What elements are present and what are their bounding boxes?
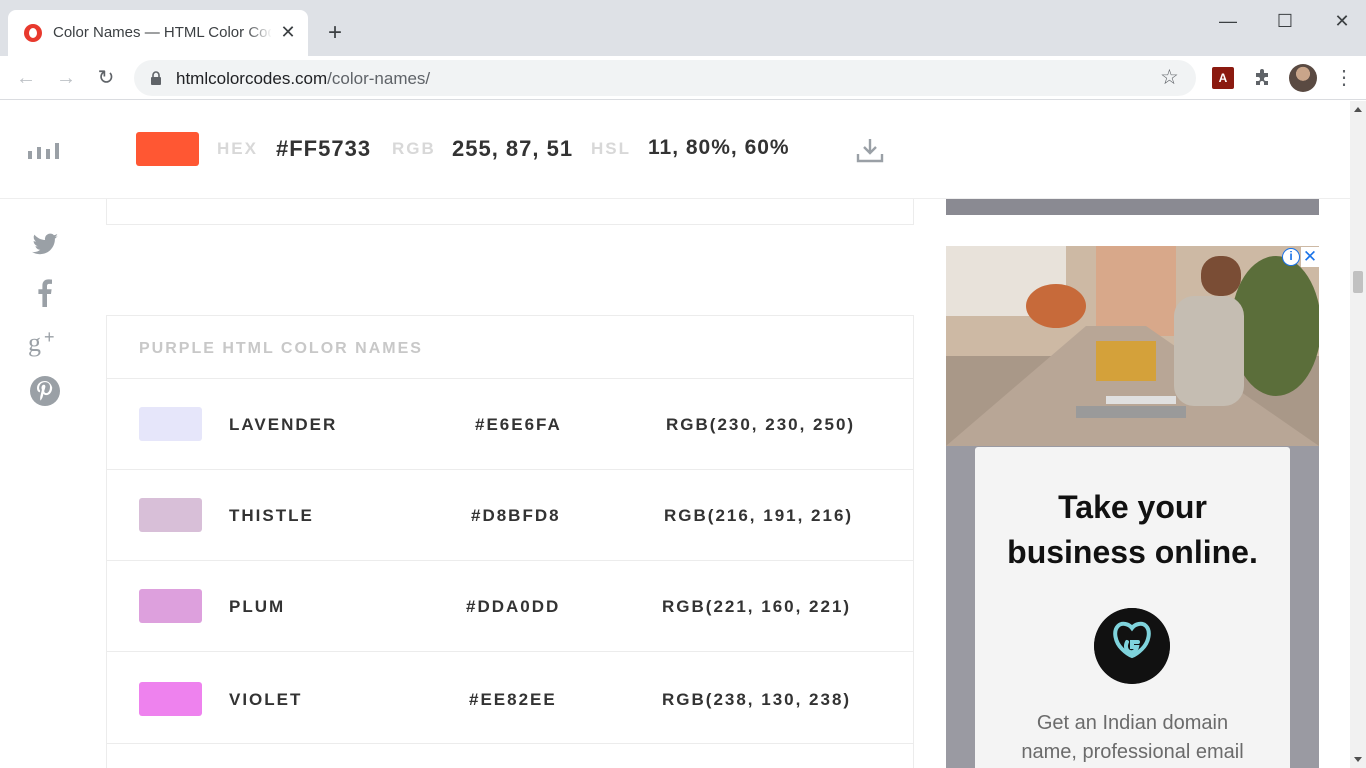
lock-icon [151,71,161,85]
bookmark-star-icon[interactable]: ☆ [1160,67,1179,89]
color-hex[interactable]: #DDA0DD [466,597,560,617]
hsl-label: HSL [591,139,631,158]
hex-value: #FF5733 [276,136,372,161]
color-name: THISTLE [229,506,314,525]
table-row[interactable]: THISTLE #D8BFD8 RGB(216, 191, 216) [107,469,913,560]
color-rgb[interactable]: RGB(238, 130, 238) [662,690,851,710]
color-hex[interactable]: #EE82EE [469,690,557,710]
purple-colors-section: PURPLE HTML COLOR NAMES LAVENDER #E6E6FA… [106,315,914,768]
color-rgb[interactable]: RGB(221, 160, 221) [662,597,851,617]
twitter-icon[interactable] [28,227,62,261]
ad-strip [946,199,1319,215]
scroll-thumb[interactable] [1353,271,1363,293]
ad-close-icon[interactable]: ✕ [1301,247,1319,267]
stats-icon[interactable] [28,139,60,159]
ad-card[interactable]: Take your business online. Get an Indian… [975,447,1290,768]
scroll-up-arrow-icon[interactable] [1354,107,1362,112]
color-rgb[interactable]: RGB(230, 230, 250) [666,415,855,435]
table-row[interactable]: LAVENDER #E6E6FA RGB(230, 230, 250) [107,378,913,469]
tab-close-icon[interactable]: ✕ [278,21,298,43]
pdf-extension-icon[interactable]: A [1212,67,1234,89]
browser-menu-icon[interactable]: ⋮ [1334,64,1354,92]
svg-text:+: + [44,327,55,347]
color-hex[interactable]: #D8BFD8 [471,506,561,526]
facebook-icon[interactable] [28,276,62,310]
back-arrow-icon[interactable]: ← [12,64,40,92]
profile-avatar[interactable] [1289,64,1317,92]
color-info-bar: HEX #FF5733 RGB 255, 87, 51 HSL 11, 80%,… [0,101,1350,199]
table-row [107,743,913,768]
color-name: PLUM [229,597,286,616]
ad-body-text: Get an Indian domain name, professional … [1021,712,1244,763]
extensions-puzzle-icon[interactable] [1252,66,1274,88]
reload-icon[interactable]: ↻ [92,64,120,92]
url-text: htmlcolorcodes.com/color-names/ [176,69,431,88]
browser-tab[interactable]: Color Names — HTML Color Codes ✕ [8,10,308,56]
section-title: PURPLE HTML COLOR NAMES [139,340,423,357]
rgb-label: RGB [392,139,436,158]
tab-title: Color Names — HTML Color Codes [53,24,271,41]
opera-favicon-icon [24,24,42,42]
pinterest-icon[interactable] [28,374,62,408]
new-tab-button[interactable]: + [322,18,348,48]
color-hex[interactable]: #E6E6FA [475,415,562,435]
ad-photo-image [946,246,1319,446]
color-rgb[interactable]: RGB(216, 191, 216) [664,506,853,526]
color-swatch[interactable] [139,589,202,623]
download-icon[interactable] [855,136,885,164]
svg-text:g: g [28,328,41,357]
previous-section-card [106,199,914,225]
color-name: VIOLET [229,690,303,709]
maximize-button[interactable]: ☐ [1270,8,1300,34]
hex-label: HEX [217,139,258,158]
table-row[interactable]: PLUM #DDA0DD RGB(221, 160, 221) [107,560,913,651]
ad-info-icon[interactable]: i [1282,248,1300,266]
color-name: LAVENDER [229,415,338,434]
color-swatch[interactable] [139,498,202,532]
selected-color-swatch[interactable] [136,132,199,166]
browser-titlebar: Color Names — HTML Color Codes ✕ + — ☐ ✕ [0,0,1366,56]
browser-toolbar: ← → ↻ htmlcolorcodes.com/color-names/ ☆ … [0,56,1366,100]
minimize-button[interactable]: — [1213,8,1243,34]
rgb-value: 255, 87, 51 [452,136,574,161]
table-row[interactable]: VIOLET #EE82EE RGB(238, 130, 238) [107,651,913,743]
godaddy-logo-icon [1094,608,1170,684]
forward-arrow-icon[interactable]: → [52,64,80,92]
color-swatch[interactable] [139,407,202,441]
page-scrollbar[interactable] [1350,101,1366,768]
window-close-button[interactable]: ✕ [1327,8,1357,34]
color-swatch[interactable] [139,682,202,716]
hsl-value: 11, 80%, 60% [648,136,790,159]
advertisement[interactable]: i ✕ Take your business online. Get an In… [946,246,1319,768]
address-bar[interactable]: htmlcolorcodes.com/color-names/ ☆ [134,60,1196,96]
google-plus-icon[interactable]: g + [28,325,62,359]
page-content: HEX #FF5733 RGB 255, 87, 51 HSL 11, 80%,… [0,101,1350,768]
ad-headline: Take your business online. [1007,489,1258,570]
scroll-down-arrow-icon[interactable] [1354,757,1362,762]
